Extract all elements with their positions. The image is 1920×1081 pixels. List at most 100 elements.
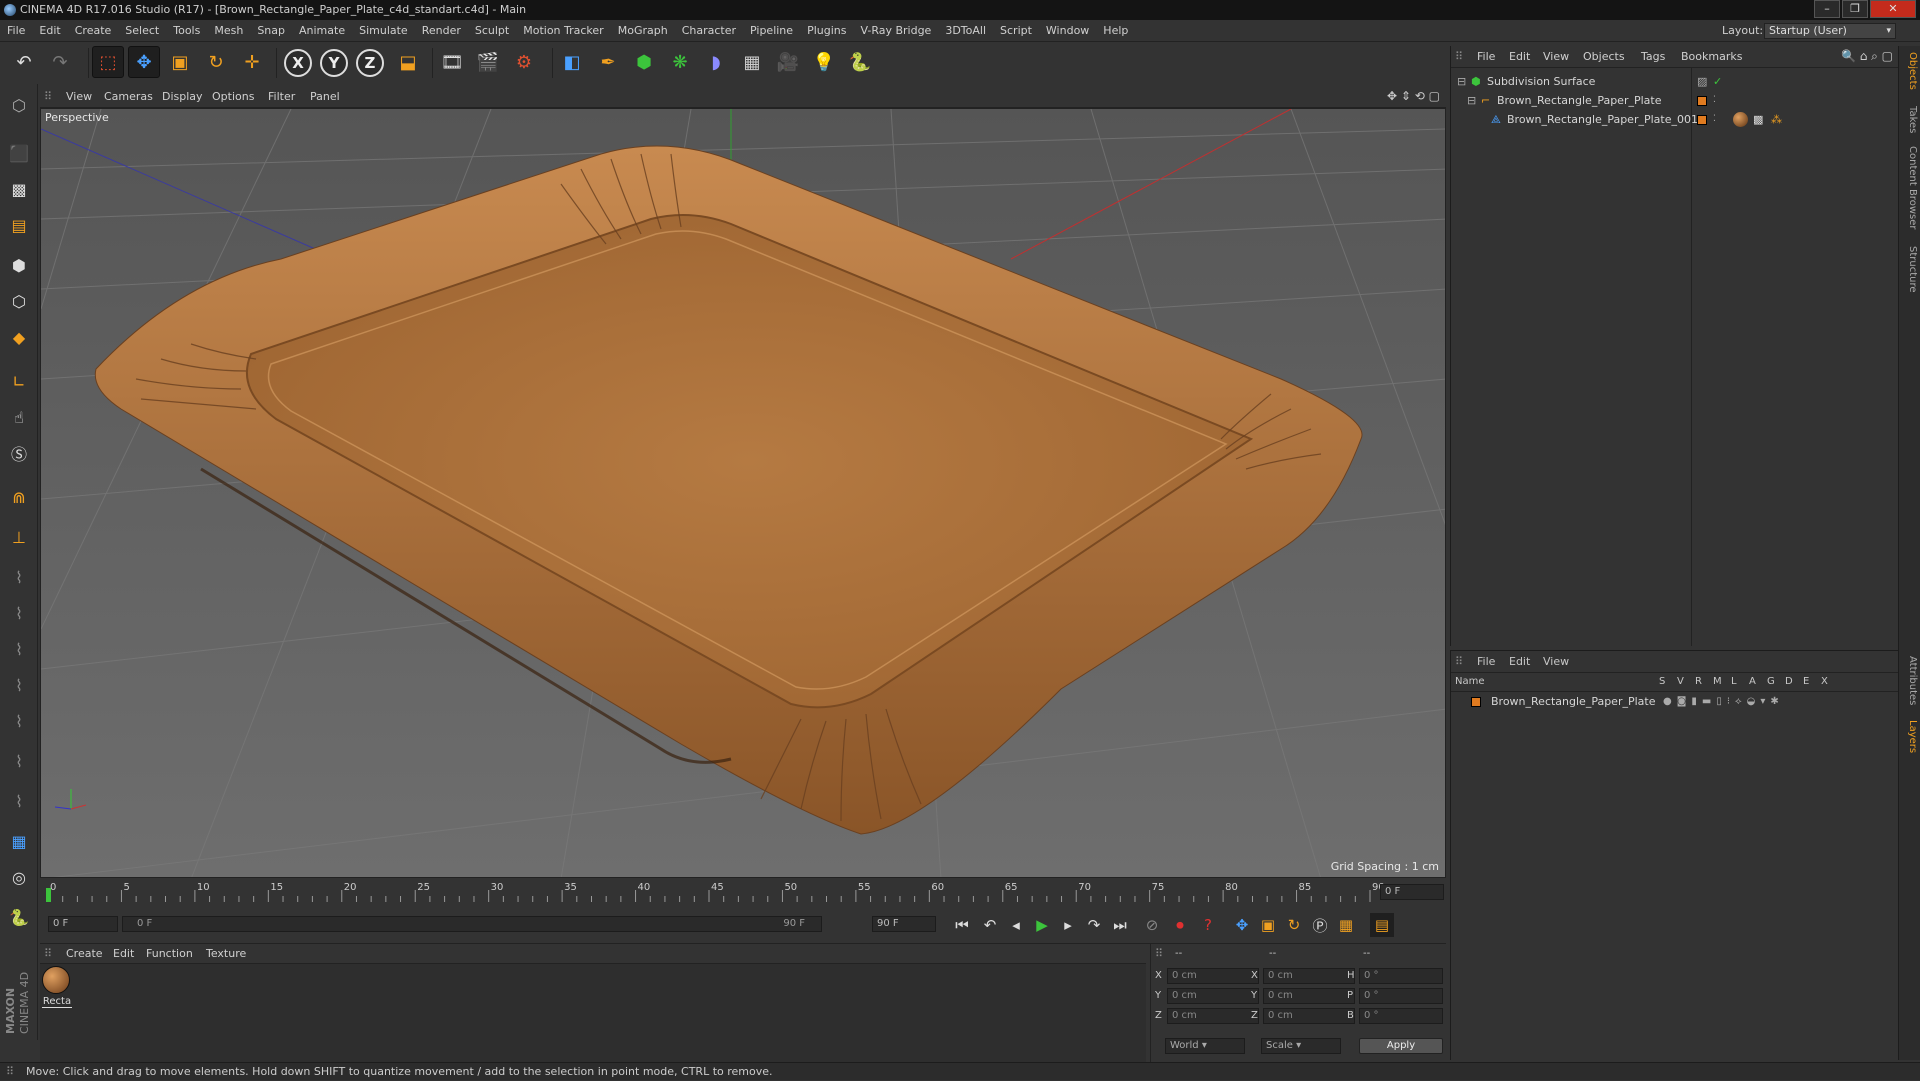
- polygons-mode-icon[interactable]: ◆: [4, 322, 34, 352]
- object-menu-file[interactable]: File: [1477, 46, 1495, 68]
- material-menu-edit[interactable]: Edit: [113, 944, 134, 964]
- visibility-dots-icon[interactable]: ⁚: [1713, 91, 1716, 110]
- spline-pen-icon[interactable]: ✒: [592, 46, 624, 78]
- light-icon[interactable]: 💡: [808, 46, 840, 78]
- go-to-start-icon[interactable]: ⏮: [950, 913, 974, 937]
- material-menu-create[interactable]: Create: [66, 944, 103, 964]
- cube-primitive-icon[interactable]: ◧: [556, 46, 588, 78]
- menu-render[interactable]: Render: [415, 20, 468, 42]
- layer-menu-edit[interactable]: Edit: [1509, 651, 1530, 673]
- playhead-marker[interactable]: [46, 888, 51, 902]
- y-axis-lock-button[interactable]: Y: [320, 49, 348, 77]
- go-to-end-icon[interactable]: ⏭: [1108, 913, 1132, 937]
- inflate-brush-icon[interactable]: ⌇: [4, 706, 34, 736]
- autokey-icon[interactable]: ⏺: [1168, 913, 1192, 937]
- size-y-field[interactable]: 0 cm: [1263, 988, 1355, 1004]
- keyframe-selection-icon[interactable]: ?: [1196, 913, 1220, 937]
- model-mode-icon[interactable]: ⬡: [4, 90, 34, 120]
- close-button[interactable]: ✕: [1870, 0, 1916, 18]
- start-frame-field[interactable]: 0 F: [48, 916, 118, 932]
- menu-edit[interactable]: Edit: [32, 20, 67, 42]
- menu-vray-bridge[interactable]: V-Ray Bridge: [853, 20, 938, 42]
- collapse-icon[interactable]: ⊟: [1457, 72, 1466, 91]
- menu-pipeline[interactable]: Pipeline: [743, 20, 800, 42]
- pos-y-field[interactable]: 0 cm: [1167, 988, 1259, 1004]
- menu-script[interactable]: Script: [993, 20, 1039, 42]
- tab-takes[interactable]: Takes: [1902, 106, 1918, 133]
- key-parameter-icon[interactable]: Ⓟ: [1308, 913, 1332, 937]
- workplane-mode-icon[interactable]: ▤: [4, 210, 34, 240]
- smooth-brush-icon[interactable]: ⌇: [4, 634, 34, 664]
- size-x-field[interactable]: 0 cm: [1263, 968, 1355, 984]
- viewport-menu-options[interactable]: Options: [212, 86, 254, 108]
- object-row-brown-rectangle-paper-plate[interactable]: ⊟ ⌐ Brown_Rectangle_Paper_Plate ⁚: [1451, 91, 1899, 110]
- magnet-icon[interactable]: ⋒: [4, 482, 34, 512]
- floor-icon[interactable]: ▦: [736, 46, 768, 78]
- layout-dropdown[interactable]: Startup (User): [1764, 23, 1896, 39]
- object-row-subdivision-surface[interactable]: ⊟ ⬢ Subdivision Surface ▨ ✓: [1451, 72, 1899, 91]
- redo-icon[interactable]: ↷: [44, 46, 76, 78]
- flatten-brush-icon[interactable]: ⌇: [4, 670, 34, 700]
- apply-button[interactable]: Apply: [1359, 1038, 1443, 1054]
- grab-brush-icon[interactable]: ⌇: [4, 746, 34, 776]
- material-swatch[interactable]: Recta: [42, 966, 72, 1010]
- uvw-tag-icon[interactable]: ▩: [1753, 110, 1763, 129]
- layer-menu-file[interactable]: File: [1477, 651, 1495, 673]
- snap-icon[interactable]: Ⓢ: [4, 438, 34, 468]
- camera-icon[interactable]: 🎥: [772, 46, 804, 78]
- transform-tool-icon[interactable]: ✛: [236, 46, 268, 78]
- rot-p-field[interactable]: 0 °: [1359, 988, 1443, 1004]
- menu-tools[interactable]: Tools: [166, 20, 207, 42]
- menu-character[interactable]: Character: [675, 20, 743, 42]
- viewport-nav-icons[interactable]: ✥ ⇕ ⟲ ▢: [1387, 89, 1440, 103]
- pinch-brush-icon[interactable]: ⌇: [4, 786, 34, 816]
- menu-window[interactable]: Window: [1039, 20, 1096, 42]
- enabled-check-icon[interactable]: ✓: [1713, 72, 1722, 91]
- subdivision-surface-icon[interactable]: ⬢: [628, 46, 660, 78]
- viewport-menu-filter[interactable]: Filter: [268, 86, 295, 108]
- viewport-menu-panel[interactable]: Panel: [310, 86, 340, 108]
- tab-layers[interactable]: Layers: [1902, 720, 1918, 753]
- rotate-tool-icon[interactable]: ↻: [200, 46, 232, 78]
- menu-snap[interactable]: Snap: [250, 20, 292, 42]
- rot-b-field[interactable]: 0 °: [1359, 1008, 1443, 1024]
- phong-tag-icon[interactable]: ⁂: [1771, 110, 1782, 129]
- menu-animate[interactable]: Animate: [292, 20, 352, 42]
- visibility-dots-icon[interactable]: ⁚: [1713, 110, 1716, 129]
- timeline-ruler[interactable]: 0 5 10 15 20 25 30 35 40 45 50 55 60 65 70 75 80 85 90 0 F: [40, 880, 1446, 904]
- python-script-icon[interactable]: 🐍: [4, 902, 34, 932]
- sculpt-brush-icon[interactable]: ⌇: [4, 562, 34, 592]
- scale-tool-icon[interactable]: ▣: [164, 46, 196, 78]
- workplane-icon[interactable]: ⊥: [4, 522, 34, 552]
- pos-x-field[interactable]: 0 cm: [1167, 968, 1259, 984]
- pos-z-field[interactable]: 0 cm: [1167, 1008, 1259, 1024]
- minimize-button[interactable]: –: [1814, 0, 1840, 18]
- coordinate-space-dropdown[interactable]: World ▾: [1165, 1038, 1245, 1054]
- menu-3dtoall[interactable]: 3DToAll: [938, 20, 993, 42]
- coordinate-system-icon[interactable]: ⬓: [392, 46, 424, 78]
- tab-attributes[interactable]: Attributes: [1902, 656, 1918, 705]
- layer-color-icon[interactable]: [1697, 110, 1707, 129]
- edges-mode-icon[interactable]: ⬡: [4, 286, 34, 316]
- object-manager-tools-icons[interactable]: 🔍 ⌂ ⌕ ▢: [1841, 49, 1893, 64]
- key-position-icon[interactable]: ✥: [1230, 913, 1254, 937]
- stamp-icon[interactable]: ◎: [4, 862, 34, 892]
- render-view-icon[interactable]: 🎞: [436, 46, 468, 78]
- next-key-icon[interactable]: ↷: [1082, 913, 1106, 937]
- menu-sculpt[interactable]: Sculpt: [468, 20, 516, 42]
- move-tool-icon[interactable]: ✥: [128, 46, 160, 78]
- menu-plugins[interactable]: Plugins: [800, 20, 853, 42]
- frame-range-slider[interactable]: 0 F 90 F: [122, 916, 822, 932]
- next-frame-icon[interactable]: ▸: [1056, 913, 1080, 937]
- key-rotation-icon[interactable]: ↻: [1282, 913, 1306, 937]
- object-menu-edit[interactable]: Edit: [1509, 46, 1530, 68]
- rot-h-field[interactable]: 0 °: [1359, 968, 1443, 984]
- render-settings-icon[interactable]: ⚙: [508, 46, 540, 78]
- deformer-icon[interactable]: ◗: [700, 46, 732, 78]
- z-axis-lock-button[interactable]: Z: [356, 49, 384, 77]
- maximize-button[interactable]: ❐: [1842, 0, 1868, 18]
- coordinate-mode-dropdown[interactable]: Scale ▾: [1261, 1038, 1341, 1054]
- menu-file[interactable]: File: [0, 20, 32, 42]
- viewport-menu-cameras[interactable]: Cameras: [104, 86, 153, 108]
- tab-structure[interactable]: Structure: [1902, 246, 1918, 293]
